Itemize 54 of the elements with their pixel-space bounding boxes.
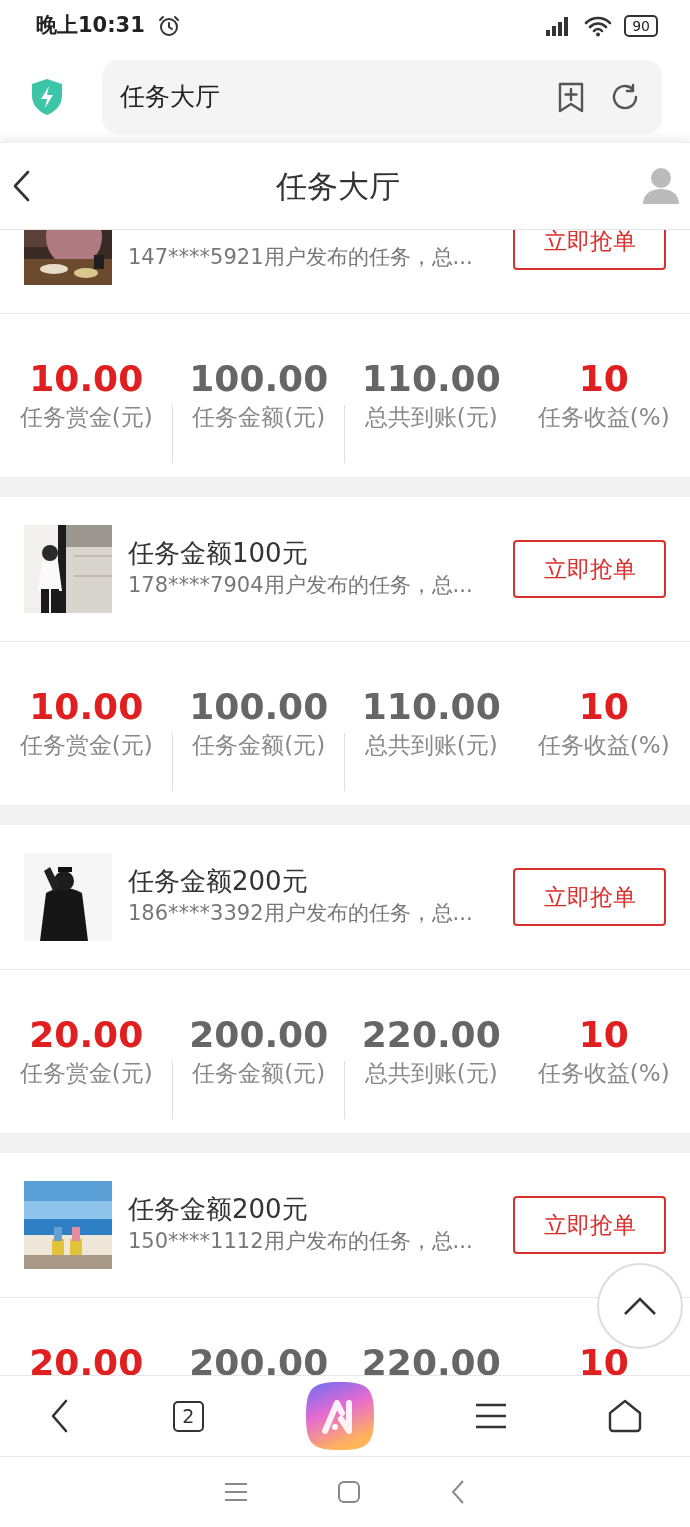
stat-value: 10.00: [28, 684, 145, 728]
bookmark-add-icon[interactable]: [556, 81, 586, 113]
stat-value: 110.00: [360, 684, 502, 728]
task-description: 147****5921用户发布的任务，总...: [128, 244, 474, 272]
refresh-icon[interactable]: [610, 82, 640, 112]
stat-value: 220.00: [360, 1340, 502, 1375]
address-bar[interactable]: 任务大厅: [102, 60, 662, 134]
alarm-clock-icon: [156, 14, 181, 38]
stat-label: 总共到账(元): [363, 1058, 499, 1088]
stat-label: 任务收益(%): [536, 402, 671, 432]
grab-order-button[interactable]: 立即抢单: [513, 1196, 666, 1254]
wifi-icon: [584, 15, 613, 37]
grab-order-button[interactable]: 立即抢单: [513, 868, 666, 926]
stat-label: 总共到账(元): [363, 730, 499, 760]
stat-value: 100.00: [188, 684, 330, 728]
app-logo-icon[interactable]: [304, 1381, 375, 1451]
stat-value: 220.00: [360, 1012, 502, 1056]
chevron-up-icon: [623, 1296, 657, 1316]
stat-value: 10: [577, 1340, 630, 1375]
page-title: 任务大厅: [276, 166, 400, 206]
grab-order-button[interactable]: 立即抢单: [513, 230, 666, 270]
grab-order-button[interactable]: 立即抢单: [513, 540, 666, 598]
stat-label: 任务赏金(元): [18, 730, 154, 760]
stat-label: 总共到账(元): [363, 402, 499, 432]
stat-label: 任务赏金(元): [18, 402, 154, 432]
shield-icon: [30, 78, 64, 116]
stat-value: 200.00: [188, 1012, 330, 1056]
tabs-button[interactable]: 2: [172, 1400, 204, 1432]
home-icon[interactable]: [608, 1399, 642, 1433]
stat-value: 10.00: [28, 356, 145, 400]
stat-value: 100.00: [188, 356, 330, 400]
address-text: 任务大厅: [120, 81, 221, 114]
stat-label: 任务金额(元): [191, 1058, 327, 1088]
stat-value: 10: [577, 356, 630, 400]
stat-value: 110.00: [360, 356, 502, 400]
task-title: 任务金额200元: [128, 865, 309, 899]
menu-icon[interactable]: [475, 1403, 508, 1429]
stat-label: 任务赏金(元): [18, 1058, 154, 1088]
battery-indicator: 90: [624, 15, 658, 37]
stat-value: 20.00: [28, 1012, 145, 1056]
stat-value: 10: [577, 1012, 630, 1056]
stat-label: 任务收益(%): [536, 1058, 671, 1088]
stat-value: 10: [577, 684, 630, 728]
task-title: 任务金额100元: [128, 537, 309, 571]
task-description: 150****1112用户发布的任务，总...: [128, 1228, 474, 1256]
task-title: 任务金额200元: [128, 1193, 309, 1227]
task-description: 186****3392用户发布的任务，总...: [128, 900, 474, 928]
stat-value: 200.00: [188, 1340, 330, 1375]
clock-time: 晚上10:31: [36, 12, 145, 40]
task-description: 178****7904用户发布的任务，总...: [128, 572, 474, 600]
stat-label: 任务收益(%): [536, 730, 671, 760]
stat-value: 20.00: [28, 1340, 145, 1375]
stat-label: 任务金额(元): [191, 730, 327, 760]
stat-label: 任务金额(元): [191, 402, 327, 432]
